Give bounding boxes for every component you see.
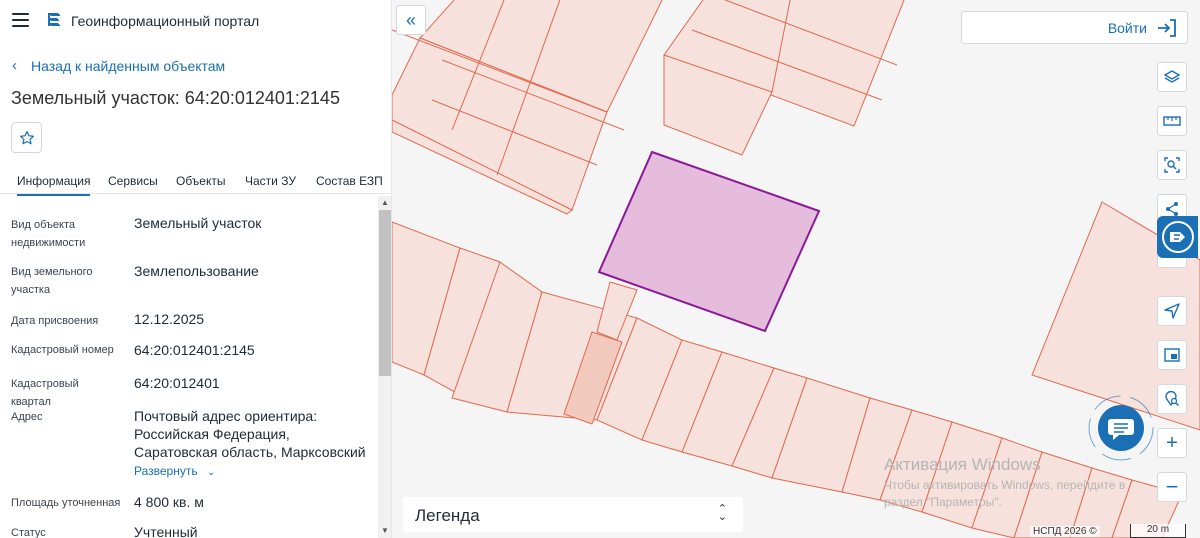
tab-services[interactable]: Сервисы xyxy=(108,174,158,188)
select-area-icon xyxy=(1164,157,1180,173)
egrn-request-button[interactable] xyxy=(1157,216,1198,258)
property-value: Почтовый адрес ориентира: Российская Фед… xyxy=(134,408,366,460)
portal-title: Геоинформационный портал xyxy=(71,13,260,29)
panel-scrollbar[interactable]: ▲ ▼ xyxy=(378,196,391,538)
geolocation-icon xyxy=(1164,303,1180,319)
location-search-button[interactable] xyxy=(1157,384,1187,414)
expand-address-link[interactable]: Развернуть ⌄ xyxy=(134,464,215,478)
menu-icon[interactable] xyxy=(12,13,29,27)
tab-information[interactable]: Информация xyxy=(17,174,91,196)
measure-button[interactable] xyxy=(1157,106,1187,136)
zoom-out-icon: − xyxy=(1165,474,1179,499)
property-label: Статус xyxy=(11,527,46,538)
geolocation-button[interactable] xyxy=(1157,296,1187,326)
property-label: Кадастровый номер xyxy=(11,344,114,356)
legend-dropdown[interactable]: Легенда ⌃ ⌄ xyxy=(403,497,743,532)
minimap-icon xyxy=(1164,348,1180,362)
expand-collapse-icon: ⌃ ⌄ xyxy=(717,503,727,523)
chat-assistant-button[interactable] xyxy=(1086,393,1156,463)
property-label: Вид земельного участка xyxy=(11,266,93,296)
star-icon xyxy=(19,130,34,144)
property-value: 64:20:012401:2145 xyxy=(134,342,255,358)
zoom-in-button[interactable]: + xyxy=(1157,428,1187,458)
zoom-out-button[interactable]: − xyxy=(1157,472,1187,502)
map-scale-bar: 20 m xyxy=(1130,524,1186,538)
layers-icon xyxy=(1164,70,1180,83)
zoom-in-icon: + xyxy=(1166,432,1178,454)
login-button[interactable]: Войти xyxy=(961,11,1188,44)
back-link-label: Назад к найденным объектам xyxy=(31,57,226,74)
tab-bar: Информация Сервисы Объекты Части ЗУ Сост… xyxy=(0,166,391,196)
collapse-panel-button[interactable]: « xyxy=(396,5,426,35)
minimap-button[interactable] xyxy=(1157,340,1187,370)
share-icon xyxy=(1166,202,1178,216)
login-icon xyxy=(1158,19,1176,37)
document-request-icon xyxy=(1161,221,1194,253)
scroll-thumb[interactable] xyxy=(379,210,391,376)
property-label: Вид объекта недвижимости xyxy=(11,219,86,249)
chevron-down-icon: ⌄ xyxy=(206,467,216,478)
property-value: 4 800 кв. м xyxy=(134,494,204,510)
legend-label: Легенда xyxy=(415,506,480,525)
tab-composition[interactable]: Состав ЕЗП xyxy=(316,174,383,188)
select-area-button[interactable] xyxy=(1157,150,1187,180)
property-value: Землепользование xyxy=(134,263,259,279)
favorite-button[interactable] xyxy=(11,122,42,153)
cadastral-parcels-layer xyxy=(392,0,1200,538)
chevron-left-icon: ‹ xyxy=(12,57,17,74)
property-label: Адрес xyxy=(11,411,43,423)
tab-objects[interactable]: Объекты xyxy=(176,174,226,188)
page-title: Земельный участок: 64:20:012401:2145 xyxy=(11,88,340,108)
ruler-icon xyxy=(1163,116,1181,126)
windows-activation-text: Чтобы активировать Windows, перейдите в … xyxy=(884,478,1126,509)
location-search-icon xyxy=(1165,391,1179,407)
map-attribution: НСПД 2026 © xyxy=(1030,526,1100,537)
map-view[interactable]: « Войти + − Активация Windows Чтобы акти… xyxy=(392,0,1200,538)
property-list: Вид объекта недвижимости Земельный участ… xyxy=(0,196,378,538)
back-to-results-link[interactable]: ‹ Назад к найденным объектам xyxy=(12,57,225,74)
layers-button[interactable] xyxy=(1157,62,1187,92)
expand-label: Развернуть xyxy=(134,464,198,478)
property-label: Кадастровый квартал xyxy=(11,378,79,408)
property-value: Земельный участок xyxy=(134,215,262,231)
scroll-down-icon[interactable]: ▼ xyxy=(378,524,391,538)
top-bar: Геоинформационный портал xyxy=(0,0,391,42)
property-value: 12.12.2025 xyxy=(134,311,205,327)
login-label: Войти xyxy=(1107,20,1147,36)
property-label: Площадь уточненная xyxy=(11,497,121,509)
portal-logo-icon xyxy=(48,13,60,26)
tab-land-parts[interactable]: Части ЗУ xyxy=(245,174,296,188)
double-chevron-left-icon: « xyxy=(405,9,416,30)
selected-land-parcel[interactable] xyxy=(597,150,821,333)
windows-activation-title: Активация Windows xyxy=(884,455,1041,474)
object-info-panel: Геоинформационный портал ‹ Назад к найде… xyxy=(0,0,392,538)
property-value: Учтенный xyxy=(134,524,198,538)
property-value: 64:20:012401 xyxy=(134,375,220,391)
property-label: Дата присвоения xyxy=(11,315,99,327)
scroll-up-icon[interactable]: ▲ xyxy=(378,196,391,210)
